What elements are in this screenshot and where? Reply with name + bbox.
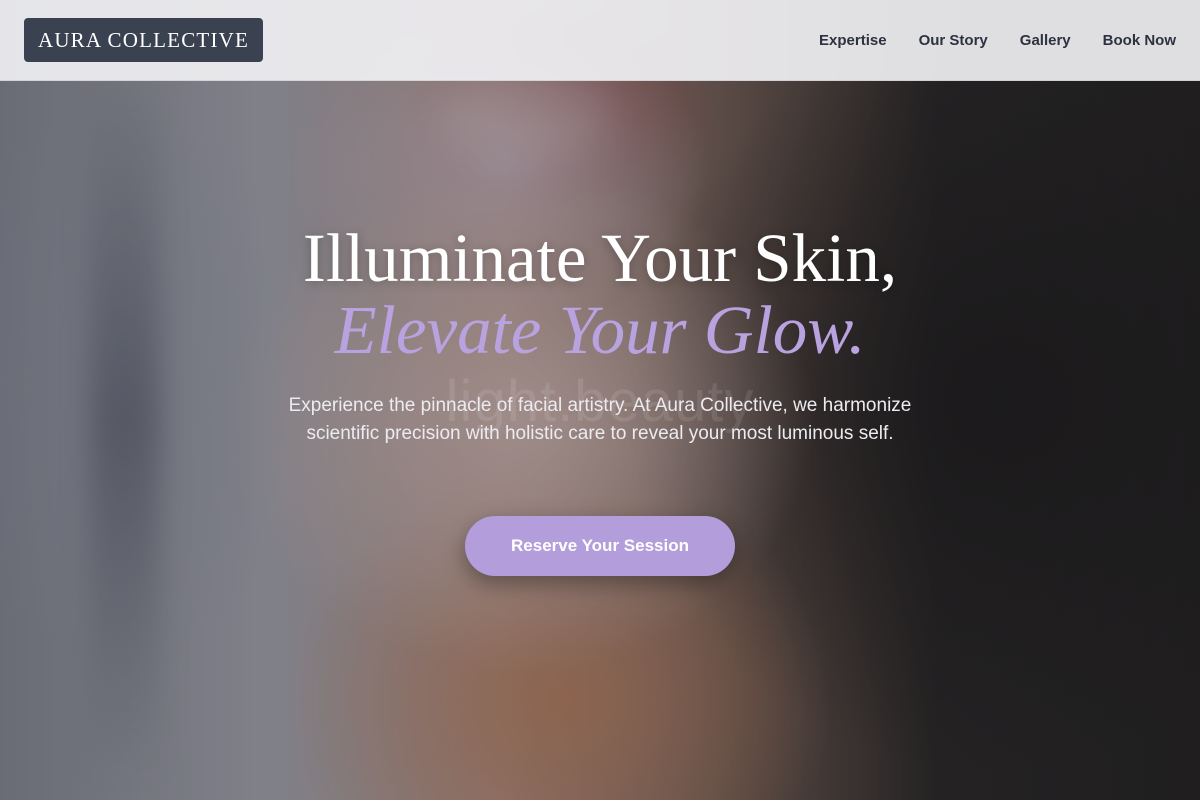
main-nav: Expertise Our Story Gallery Book Now [787, 32, 1176, 49]
headline-line-1: Illuminate Your Skin, [302, 220, 898, 296]
hero-section: Illuminate Your Skin, Elevate Your Glow.… [0, 81, 1200, 800]
nav-link-expertise[interactable]: Expertise [819, 32, 887, 49]
headline-line-2: Elevate Your Glow. [334, 292, 866, 368]
hero-description: Experience the pinnacle of facial artist… [288, 395, 912, 444]
hero-headline: Illuminate Your Skin, Elevate Your Glow. [0, 222, 1200, 366]
nav-link-our-story[interactable]: Our Story [919, 32, 988, 49]
reserve-session-button[interactable]: Reserve Your Session [465, 516, 735, 576]
nav-link-book-now[interactable]: Book Now [1103, 32, 1176, 49]
site-header: AURA COLLECTIVE Expertise Our Story Gall… [0, 0, 1200, 81]
nav-link-gallery[interactable]: Gallery [1020, 32, 1071, 49]
logo[interactable]: AURA COLLECTIVE [24, 18, 263, 62]
